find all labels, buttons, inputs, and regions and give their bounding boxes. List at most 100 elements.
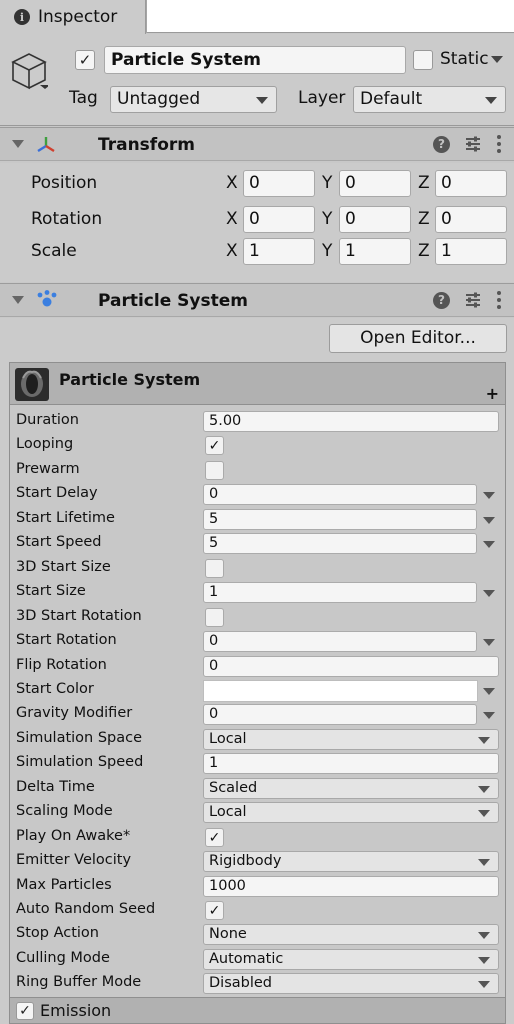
scaling-mode-dropdown-value: Local: [209, 804, 247, 820]
property-row-start-speed: Start Speed 5: [16, 532, 506, 556]
chevron-down-icon: [478, 981, 490, 988]
tag-dropdown-value: Untagged: [117, 89, 201, 109]
chevron-down-icon: [485, 97, 497, 104]
particle-system-header[interactable]: Particle System ?: [0, 283, 514, 317]
emitter-velocity-dropdown[interactable]: Rigidbody: [203, 851, 499, 872]
property-row-looping: Looping ✓: [16, 434, 506, 458]
help-icon[interactable]: ?: [433, 291, 450, 309]
property-label: Prewarm: [16, 461, 80, 477]
scale-x-label[interactable]: X: [226, 241, 238, 261]
chevron-down-icon: [478, 737, 490, 744]
rotation-x-field[interactable]: 0: [243, 206, 315, 233]
tab-inspector-label: Inspector: [38, 7, 118, 27]
scaling-mode-dropdown[interactable]: Local: [203, 802, 499, 823]
looping-checkbox[interactable]: ✓: [205, 436, 224, 455]
module-header[interactable]: Particle System +: [10, 363, 505, 405]
tab-bar-empty-area: [147, 0, 514, 33]
rotation-z-label[interactable]: Z: [418, 209, 430, 229]
static-dropdown-arrow-icon[interactable]: [491, 56, 503, 63]
gameobject-active-checkbox[interactable]: ✓: [75, 50, 95, 70]
open-editor-button[interactable]: Open Editor...: [329, 324, 507, 353]
position-z-label[interactable]: Z: [418, 173, 430, 193]
start-speed-field[interactable]: 5: [203, 533, 477, 554]
property-label: Delta Time: [16, 779, 95, 795]
presets-icon[interactable]: [464, 291, 482, 309]
auto-random-seed-checkbox[interactable]: ✓: [205, 901, 224, 920]
position-y-field[interactable]: 0: [339, 170, 411, 197]
color-mode-dropdown-icon[interactable]: [483, 688, 495, 695]
property-label: Simulation Space: [16, 730, 143, 746]
property-label: Start Rotation: [16, 632, 117, 648]
gameobject-cube-icon[interactable]: [10, 50, 48, 90]
curve-mode-dropdown-icon[interactable]: [483, 712, 495, 719]
3d-start-rotation-checkbox[interactable]: [205, 608, 224, 627]
start-color-swatch[interactable]: [203, 680, 478, 702]
ring-buffer-mode-dropdown[interactable]: Disabled: [203, 973, 499, 994]
ring-buffer-mode-dropdown-value: Disabled: [209, 975, 272, 991]
layer-label: Layer: [298, 88, 346, 108]
play-on-awake-checkbox[interactable]: ✓: [205, 828, 224, 847]
curve-mode-dropdown-icon[interactable]: [483, 590, 495, 597]
tab-bar: i Inspector: [0, 0, 514, 34]
start-size-field[interactable]: 1: [203, 582, 477, 603]
curve-mode-dropdown-icon[interactable]: [483, 517, 495, 524]
tag-dropdown[interactable]: Untagged: [110, 86, 277, 113]
curve-mode-dropdown-icon[interactable]: [483, 541, 495, 548]
layer-dropdown[interactable]: Default: [353, 86, 506, 113]
help-icon[interactable]: ?: [433, 135, 450, 153]
tab-inspector[interactable]: i Inspector: [0, 0, 146, 34]
3d-start-size-checkbox[interactable]: [205, 559, 224, 578]
stop-action-dropdown[interactable]: None: [203, 924, 499, 945]
position-x-field[interactable]: 0: [243, 170, 315, 197]
tag-label: Tag: [69, 88, 98, 108]
duration-field[interactable]: 5.00: [203, 411, 499, 432]
stop-action-dropdown-value: None: [209, 926, 247, 942]
culling-mode-dropdown-value: Automatic: [209, 951, 284, 967]
position-z-field[interactable]: 0: [435, 170, 507, 197]
start-delay-field[interactable]: 0: [203, 484, 477, 505]
particle-system-title: Particle System: [98, 291, 248, 311]
context-menu-icon[interactable]: [496, 291, 502, 309]
property-row-play-on-awake: Play On Awake* ✓: [16, 826, 506, 850]
flip-rotation-field[interactable]: 0: [203, 656, 499, 677]
simulation-space-dropdown[interactable]: Local: [203, 729, 499, 750]
delta-time-dropdown[interactable]: Scaled: [203, 778, 499, 799]
start-lifetime-field[interactable]: 5: [203, 509, 477, 530]
culling-mode-dropdown[interactable]: Automatic: [203, 949, 499, 970]
gameobject-name-field[interactable]: Particle System: [104, 46, 406, 74]
property-label: Culling Mode: [16, 950, 110, 966]
static-checkbox[interactable]: [413, 50, 433, 70]
chevron-down-icon: [478, 810, 490, 817]
curve-mode-dropdown-icon[interactable]: [483, 639, 495, 646]
rotation-x-label[interactable]: X: [226, 209, 238, 229]
rotation-y-label[interactable]: Y: [322, 209, 332, 229]
module-title: Particle System: [59, 370, 201, 389]
simulation-speed-field[interactable]: 1: [203, 753, 499, 774]
property-label: Looping: [16, 436, 74, 452]
scale-y-label[interactable]: Y: [322, 241, 332, 261]
max-particles-field[interactable]: 1000: [203, 876, 499, 897]
presets-icon[interactable]: [464, 135, 482, 153]
position-y-label[interactable]: Y: [322, 173, 332, 193]
foldout-arrow-icon[interactable]: [12, 296, 24, 304]
curve-mode-dropdown-icon[interactable]: [483, 492, 495, 499]
rotation-z-field[interactable]: 0: [435, 206, 507, 233]
foldout-arrow-icon[interactable]: [12, 140, 24, 148]
prewarm-checkbox[interactable]: [205, 461, 224, 480]
start-rotation-field[interactable]: 0: [203, 631, 477, 652]
particle-system-icon: [37, 290, 57, 307]
scale-y-field[interactable]: 1: [339, 238, 411, 265]
position-x-label[interactable]: X: [226, 173, 238, 193]
scale-x-field[interactable]: 1: [243, 238, 315, 265]
transform-header[interactable]: Transform ?: [0, 127, 514, 161]
scale-z-field[interactable]: 1: [435, 238, 507, 265]
add-module-plus-icon[interactable]: +: [486, 384, 499, 403]
gravity-modifier-field[interactable]: 0: [203, 704, 477, 725]
emission-enabled-checkbox[interactable]: ✓: [16, 1002, 34, 1020]
context-menu-icon[interactable]: [496, 135, 502, 153]
scale-z-label[interactable]: Z: [418, 241, 430, 261]
property-row-gravity-modifier: Gravity Modifier 0: [16, 703, 506, 727]
emission-module-header[interactable]: ✓ Emission: [9, 997, 506, 1024]
rotation-y-field[interactable]: 0: [339, 206, 411, 233]
property-row-simulation-space: Simulation Space Local: [16, 728, 506, 752]
